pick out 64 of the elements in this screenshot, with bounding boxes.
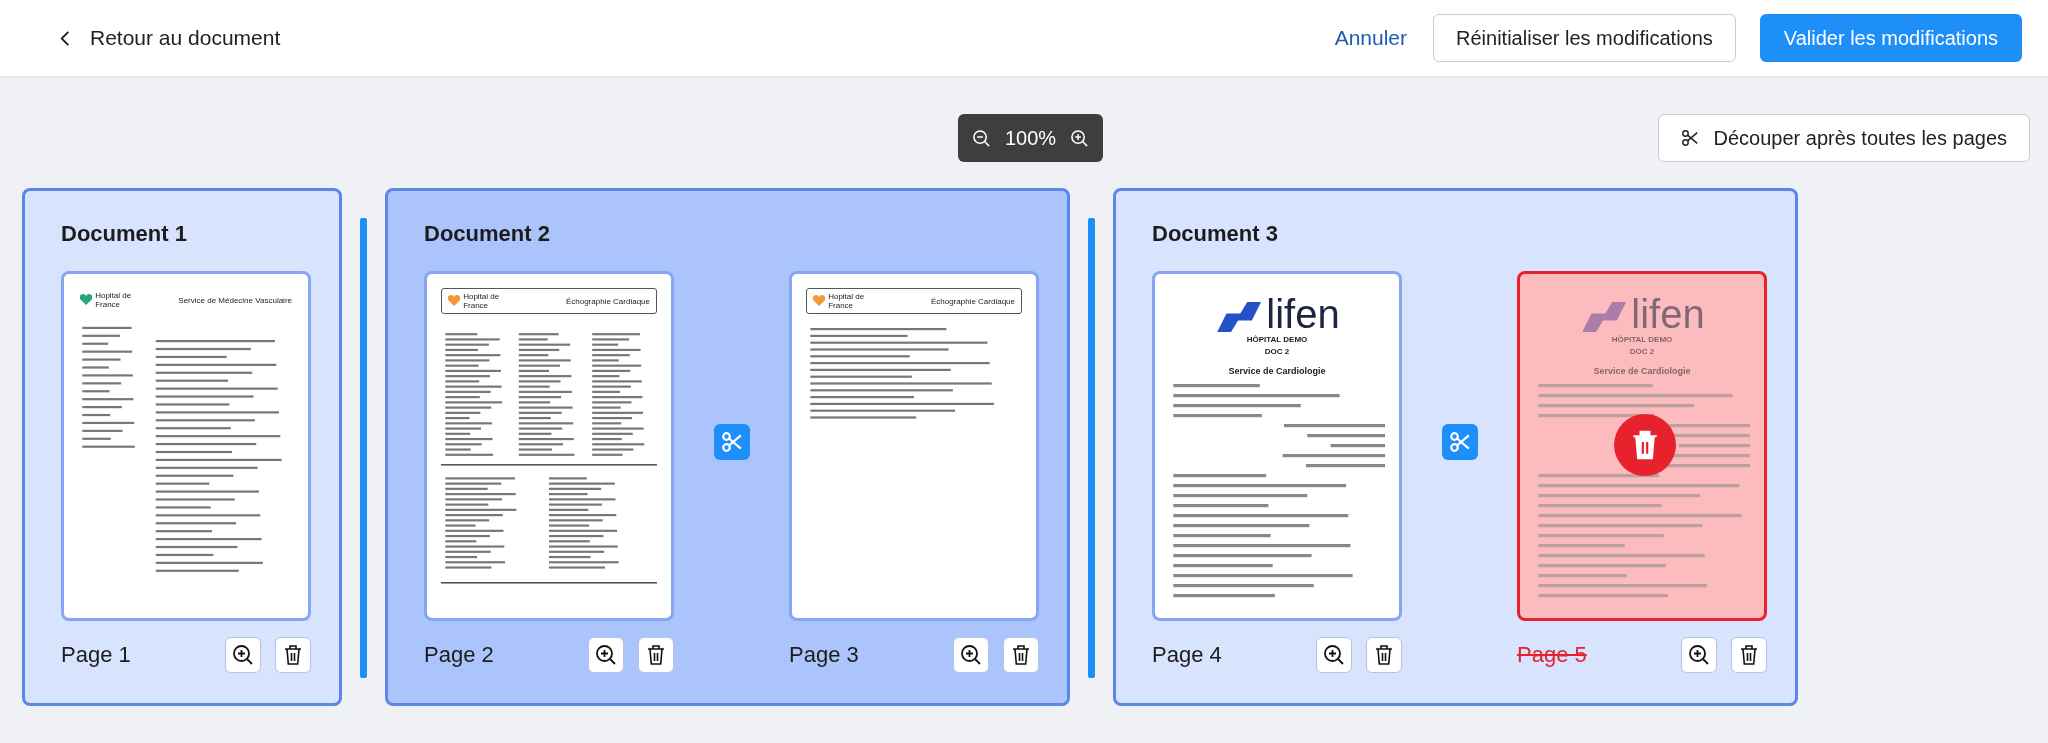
zoom-in-button[interactable] (953, 637, 989, 673)
document-title: Document 1 (61, 221, 188, 247)
hospital-logo: Hopital de France (80, 291, 150, 309)
logo-text: lifen (1266, 296, 1340, 332)
page-thumbnail[interactable]: Hopital de France Échographie Cardiaque (789, 271, 1039, 621)
trash-icon (1739, 644, 1759, 666)
cut-button[interactable] (1441, 424, 1478, 460)
hospital-logo: Hopital de France (448, 292, 518, 310)
cancel-link[interactable]: Annuler (1334, 26, 1408, 50)
back-button[interactable]: Retour au document (60, 26, 281, 50)
zoom-in-button[interactable] (225, 637, 261, 673)
zoom-out-icon[interactable] (972, 128, 991, 148)
document-card[interactable]: Document 3 lifen HÔPITAL DEMO DOC 2 Service de Cardiologie Page 4 lifen HÔPITAL DEMO DOC 2 Service de Cardiologie Page 5 (1113, 188, 1798, 706)
zoom-in-icon (232, 644, 254, 666)
page-thumbnail[interactable]: Hopital de France Service de Médecine Vasculaire (61, 271, 311, 621)
document-subheading: DOC 2 (1628, 347, 1656, 356)
trash-icon (646, 644, 666, 666)
scissors-icon (1681, 129, 1700, 147)
cut-button[interactable] (713, 424, 750, 460)
report-title: Échographie Cardiaque (930, 296, 1015, 306)
logo-icon (1579, 302, 1628, 332)
zoom-in-icon (960, 644, 982, 666)
delete-button[interactable] (1366, 637, 1402, 673)
delete-button[interactable] (275, 637, 311, 673)
document-heading: HÔPITAL DEMO (1610, 335, 1674, 344)
page-label: Page 1 (61, 642, 131, 668)
delete-button[interactable] (1003, 637, 1039, 673)
zoom-in-button[interactable] (1681, 637, 1717, 673)
logo-text: lifen (1631, 296, 1705, 332)
reset-button[interactable]: Réinitialiser les modifications (1433, 14, 1736, 62)
page-label: Page 5 (1517, 642, 1587, 668)
document-title: Document 3 (1152, 221, 1279, 247)
document-heading: HÔPITAL DEMO (1245, 335, 1309, 344)
report-title: Échographie Cardiaque (565, 296, 650, 306)
document-service: Service de Cardiologie (1227, 366, 1327, 376)
zoom-in-icon (1688, 644, 1710, 666)
page-label: Page 3 (789, 642, 859, 668)
document-subheading: DOC 2 (1263, 347, 1291, 356)
hospital-logo: Hopital de France (813, 292, 883, 310)
split-all-button[interactable]: Découper après toutes les pages (1658, 114, 2030, 162)
delete-button[interactable] (638, 637, 674, 673)
document-card[interactable]: Document 1 Hopital de France Service de Médecine Vasculaire Page 1 (22, 188, 342, 706)
page-thumbnail[interactable]: lifen HÔPITAL DEMO DOC 2 Service de Cardiologie (1152, 271, 1402, 621)
logo-icon (1214, 302, 1263, 332)
page-label: Page 2 (424, 642, 494, 668)
letter-heading: Service de Médecine Vasculaire (178, 295, 292, 305)
document-service: Service de Cardiologie (1592, 366, 1692, 376)
trash-icon (283, 644, 303, 666)
trash-icon (1011, 644, 1031, 666)
zoom-in-button[interactable] (1316, 637, 1352, 673)
delete-button[interactable] (1731, 637, 1767, 673)
page-label: Page 4 (1152, 642, 1222, 668)
zoom-in-button[interactable] (588, 637, 624, 673)
scissors-icon (1448, 431, 1471, 453)
chevron-left-icon (60, 29, 70, 47)
document-card[interactable]: Document 2 Hopital de France Échographie Cardiaque Page 2 Hopital de France Échographie Cardiaque Page 3 (385, 188, 1070, 706)
trash-icon (1374, 644, 1394, 666)
document-title: Document 2 (424, 221, 551, 247)
zoom-in-icon (1323, 644, 1345, 666)
scissors-icon (720, 431, 743, 453)
zoom-level: 100% (1005, 126, 1057, 150)
zoom-in-icon[interactable] (1070, 128, 1090, 148)
page-thumbnail[interactable]: Hopital de France Échographie Cardiaque (424, 271, 674, 621)
zoom-in-icon (595, 644, 617, 666)
